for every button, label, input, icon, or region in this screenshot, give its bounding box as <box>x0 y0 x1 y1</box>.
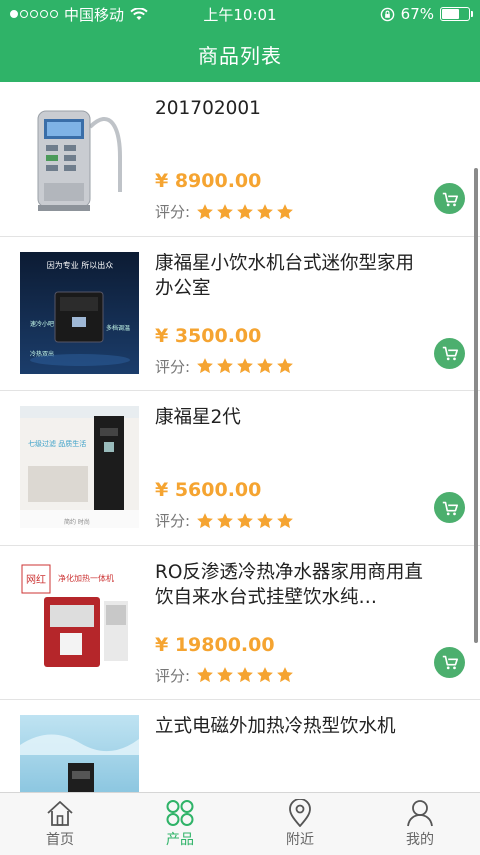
tab-label: 附近 <box>286 832 314 848</box>
star-rating <box>196 357 294 375</box>
product-item[interactable]: 七级过滤 品质生活 简约 时尚 康福星2代 ¥ 5600.00 评分: <box>0 391 480 546</box>
product-name[interactable]: 201702001 <box>155 96 425 121</box>
star-rating <box>196 203 294 221</box>
add-to-cart-button[interactable] <box>434 183 465 214</box>
product-rating: 评分: <box>155 356 294 377</box>
tab-home[interactable]: 首页 <box>0 793 120 855</box>
product-list[interactable]: 201702001 ¥ 8900.00 评分: 因为专业 所以出众 速冷小吧 多 <box>0 82 480 792</box>
add-to-cart-button[interactable] <box>434 337 465 369</box>
battery-icon <box>440 7 473 21</box>
rating-label: 评分: <box>155 357 191 376</box>
rating-label: 评分: <box>155 666 191 685</box>
location-pin-icon <box>289 799 311 827</box>
tab-profile[interactable]: 我的 <box>360 793 480 855</box>
star-icon <box>197 667 213 683</box>
star-icon <box>257 203 273 219</box>
star-icon <box>217 512 233 528</box>
tab-label: 我的 <box>406 832 434 848</box>
star-icon <box>237 667 253 683</box>
status-bar: 中国移动 上午10:01 67% <box>0 0 480 28</box>
star-icon <box>217 667 233 683</box>
cart-icon <box>442 192 458 206</box>
star-icon <box>237 358 253 374</box>
star-rating <box>196 512 294 530</box>
star-icon <box>277 667 293 683</box>
signal-strength-icon <box>10 10 58 18</box>
page-title: 商品列表 <box>198 44 282 68</box>
bottom-tab-bar: 首页 产品 附近 我的 <box>0 792 480 855</box>
tab-label: 首页 <box>46 832 74 848</box>
star-rating <box>196 666 294 684</box>
tab-label: 产品 <box>166 832 194 848</box>
tab-products[interactable]: 产品 <box>120 793 240 855</box>
star-icon <box>277 512 293 528</box>
image-caption: 因为专业 所以出众 <box>47 260 114 270</box>
person-icon <box>407 800 433 827</box>
cart-icon <box>442 655 458 670</box>
product-image[interactable]: 网红 净化加热一体机 <box>20 560 139 683</box>
product-price: ¥ 5600.00 <box>155 479 262 501</box>
tab-nearby[interactable]: 附近 <box>240 793 360 855</box>
carrier-label: 中国移动 <box>64 5 125 24</box>
product-name[interactable]: 康福星2代 <box>155 405 425 430</box>
product-name[interactable]: 立式电磁外加热冷热型饮水机 <box>155 714 425 739</box>
cart-icon <box>442 501 458 515</box>
image-caption: 净化加热一体机 <box>58 573 114 583</box>
image-caption: 简约 时尚 <box>64 518 90 526</box>
star-icon <box>237 512 253 528</box>
product-item[interactable]: 因为专业 所以出众 速冷小吧 多档调温 冷热双出 康福星小饮水机台式迷你型家用办… <box>0 236 480 391</box>
star-icon <box>217 203 233 219</box>
product-rating: 评分: <box>155 201 294 222</box>
image-caption: 网红 <box>26 573 46 586</box>
product-item[interactable]: 201702001 ¥ 8900.00 评分: <box>0 82 480 237</box>
image-caption: 速冷小吧 <box>30 320 54 328</box>
product-image[interactable]: 七级过滤 品质生活 简约 时尚 <box>20 406 139 528</box>
product-name[interactable]: 康福星小饮水机台式迷你型家用办公室 <box>155 251 425 301</box>
product-item[interactable]: 网红 净化加热一体机 RO反渗透冷热净水器家用商用直饮自来水台式挂壁饮水纯… ¥… <box>0 545 480 700</box>
scrollbar[interactable] <box>474 168 478 643</box>
image-caption: 七级过滤 品质生活 <box>28 439 86 448</box>
star-icon <box>277 203 293 219</box>
cart-icon <box>442 346 458 361</box>
image-caption: 多档调温 <box>106 324 130 332</box>
product-price: ¥ 8900.00 <box>155 170 262 192</box>
star-icon <box>257 512 273 528</box>
rating-label: 评分: <box>155 512 191 530</box>
product-price: ¥ 19800.00 <box>155 633 275 656</box>
product-rating: 评分: <box>155 510 294 531</box>
product-name[interactable]: RO反渗透冷热净水器家用商用直饮自来水台式挂壁饮水纯… <box>155 560 425 610</box>
rotation-lock-icon <box>380 7 394 21</box>
wifi-icon <box>130 7 148 20</box>
add-to-cart-button[interactable] <box>434 646 465 678</box>
product-image[interactable] <box>20 97 139 219</box>
grid-icon <box>166 800 194 826</box>
product-rating: 评分: <box>155 665 294 686</box>
product-image[interactable]: 因为专业 所以出众 速冷小吧 多档调温 冷热双出 <box>20 251 139 374</box>
star-icon <box>197 358 213 374</box>
rating-label: 评分: <box>155 203 191 221</box>
battery-percent: 67% <box>400 5 434 23</box>
product-price: ¥ 3500.00 <box>155 324 262 347</box>
star-icon <box>237 203 253 219</box>
star-icon <box>257 667 273 683</box>
star-icon <box>277 358 293 374</box>
add-to-cart-button[interactable] <box>434 492 465 523</box>
star-icon <box>197 203 213 219</box>
product-image[interactable] <box>20 715 139 792</box>
star-icon <box>257 358 273 374</box>
product-item[interactable]: 立式电磁外加热冷热型饮水机 <box>0 700 480 792</box>
home-icon <box>47 801 73 826</box>
star-icon <box>217 358 233 374</box>
app-header: 中国移动 上午10:01 67% 商品列表 <box>0 0 480 82</box>
star-icon <box>197 512 213 528</box>
